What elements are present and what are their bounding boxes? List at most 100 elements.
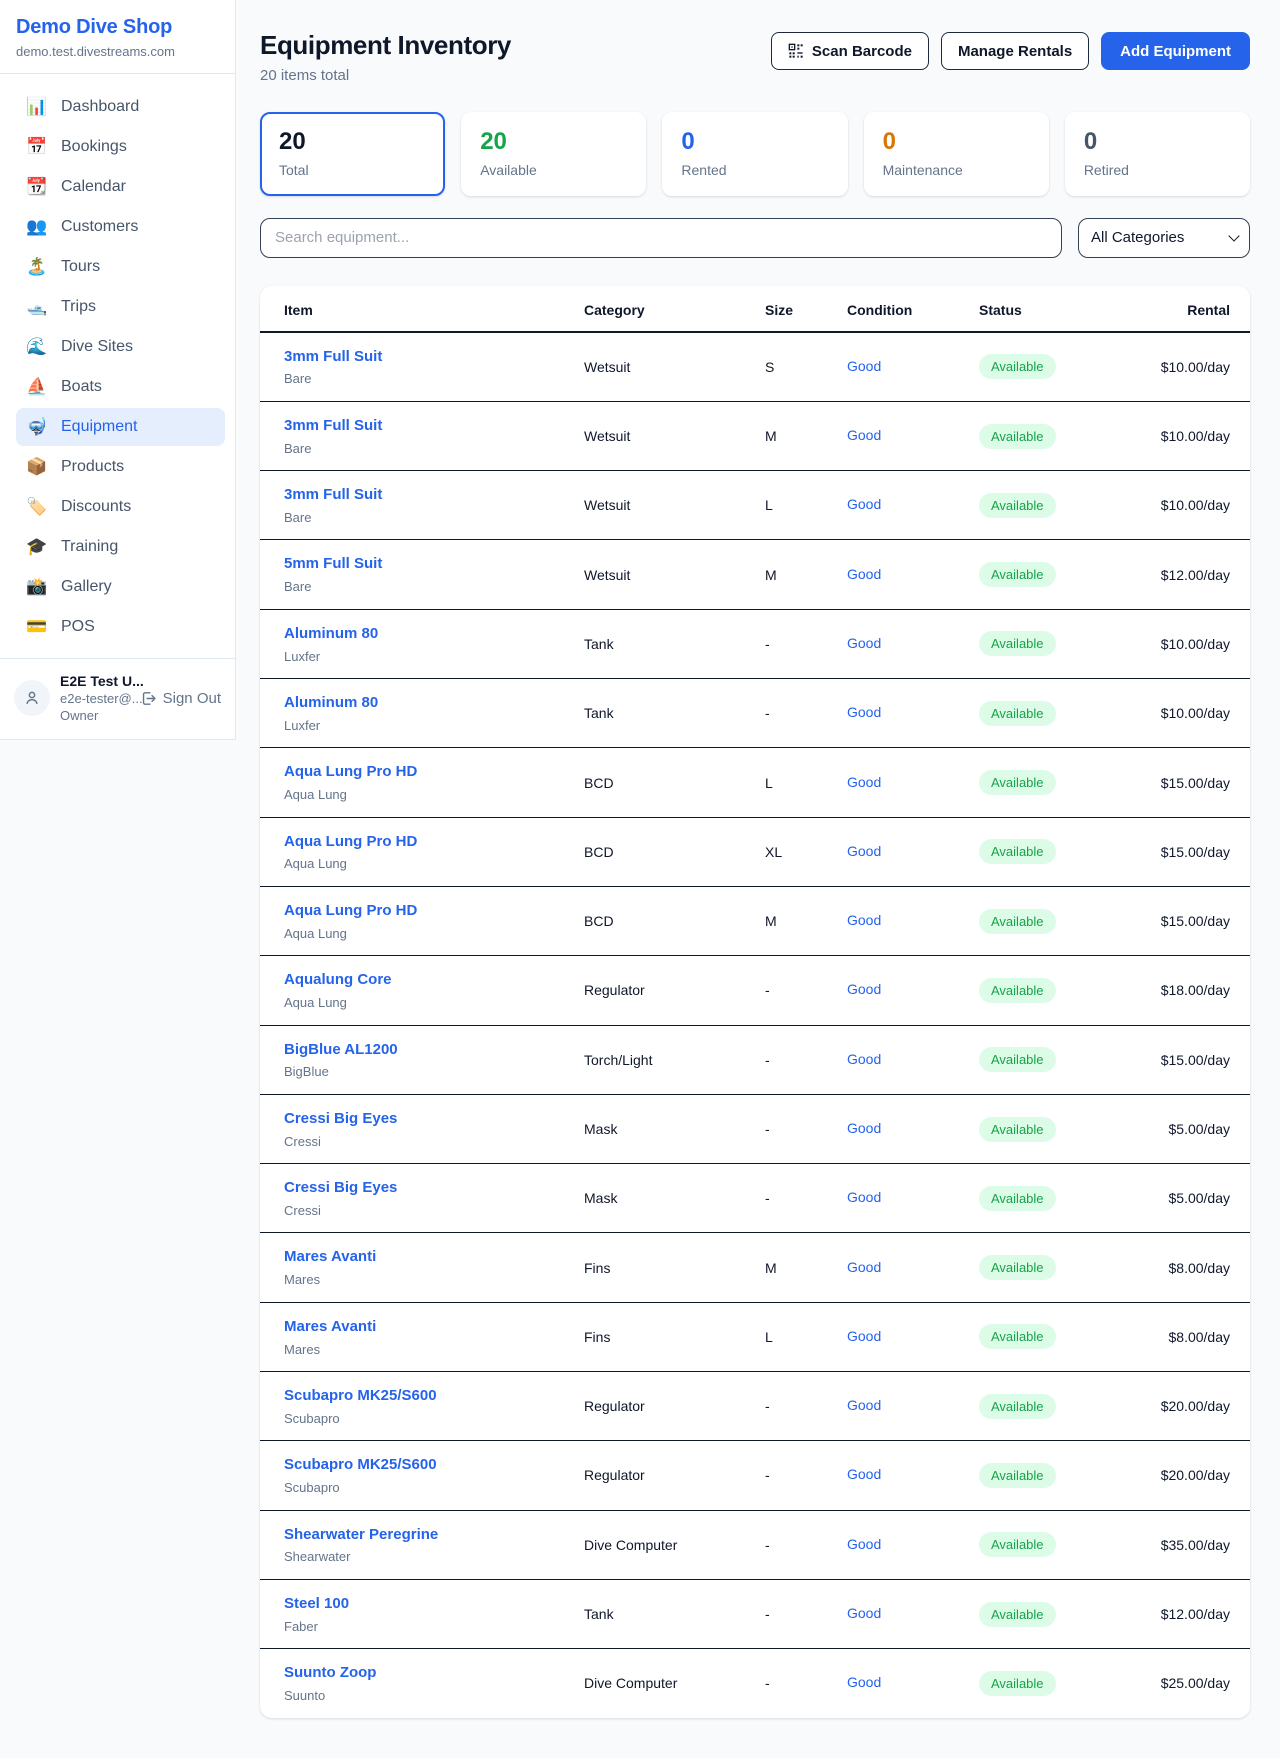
- sidebar-item-calendar[interactable]: 📆 Calendar: [16, 168, 225, 206]
- sidebar-item-discounts[interactable]: 🏷️ Discounts: [16, 488, 225, 526]
- column-header-size: Size: [765, 286, 847, 332]
- item-condition-link[interactable]: Good: [847, 1397, 881, 1413]
- table-row: 3mm Full Suit Bare Wetsuit M Good Availa…: [260, 401, 1250, 470]
- item-rental-rate: $25.00/day: [1119, 1649, 1250, 1718]
- item-name-link[interactable]: Aqua Lung Pro HD: [284, 900, 560, 922]
- add-equipment-button[interactable]: Add Equipment: [1101, 32, 1250, 70]
- item-name-link[interactable]: Aqua Lung Pro HD: [284, 831, 560, 853]
- item-name-link[interactable]: 5mm Full Suit: [284, 553, 560, 575]
- items-total-count: 20 items total: [260, 67, 511, 84]
- bar-chart-icon: 📊: [26, 97, 48, 117]
- item-condition-link[interactable]: Good: [847, 1189, 881, 1205]
- category-select[interactable]: All Categories: [1078, 218, 1250, 258]
- item-condition-link[interactable]: Good: [847, 981, 881, 997]
- item-category: BCD: [584, 886, 765, 955]
- item-size: -: [765, 1094, 847, 1163]
- item-condition-link[interactable]: Good: [847, 774, 881, 790]
- search-input[interactable]: [260, 218, 1062, 258]
- sidebar-item-products[interactable]: 📦 Products: [16, 448, 225, 486]
- item-condition-link[interactable]: Good: [847, 635, 881, 651]
- stat-card-maintenance[interactable]: 0 Maintenance: [864, 112, 1049, 196]
- sidebar-item-trips[interactable]: 🛥️ Trips: [16, 288, 225, 326]
- item-name-link[interactable]: Mares Avanti: [284, 1316, 560, 1338]
- sidebar-item-dashboard[interactable]: 📊 Dashboard: [16, 88, 225, 126]
- item-condition-link[interactable]: Good: [847, 358, 881, 374]
- item-name-link[interactable]: Shearwater Peregrine: [284, 1524, 560, 1546]
- sidebar-item-tours[interactable]: 🏝️ Tours: [16, 248, 225, 286]
- manage-rentals-button[interactable]: Manage Rentals: [941, 32, 1089, 70]
- sidebar-item-customers[interactable]: 👥 Customers: [16, 208, 225, 246]
- item-rental-rate: $10.00/day: [1119, 471, 1250, 540]
- item-rental-rate: $10.00/day: [1119, 332, 1250, 402]
- item-size: -: [765, 1579, 847, 1648]
- sidebar-item-label: Bookings: [61, 138, 127, 156]
- item-condition-link[interactable]: Good: [847, 1674, 881, 1690]
- table-row: Aluminum 80 Luxfer Tank - Good Available…: [260, 609, 1250, 678]
- user-meta: E2E Test U... e2e-tester@... Owner: [60, 673, 130, 723]
- item-condition-link[interactable]: Good: [847, 1605, 881, 1621]
- stat-card-total[interactable]: 20 Total: [260, 112, 445, 196]
- table-row: Aluminum 80 Luxfer Tank - Good Available…: [260, 679, 1250, 748]
- sidebar-item-equipment[interactable]: 🤿 Equipment: [16, 408, 225, 446]
- boat-icon: 🛥️: [26, 297, 48, 317]
- item-name-link[interactable]: 3mm Full Suit: [284, 484, 560, 506]
- header-actions: Scan Barcode Manage Rentals Add Equipmen…: [771, 30, 1250, 70]
- item-size: L: [765, 471, 847, 540]
- item-name-link[interactable]: Aqualung Core: [284, 969, 560, 991]
- item-size: -: [765, 1510, 847, 1579]
- item-name-link[interactable]: Aluminum 80: [284, 623, 560, 645]
- item-name-link[interactable]: 3mm Full Suit: [284, 415, 560, 437]
- stat-label: Available: [480, 162, 627, 178]
- sidebar-item-training[interactable]: 🎓 Training: [16, 528, 225, 566]
- item-condition-link[interactable]: Good: [847, 912, 881, 928]
- item-name-link[interactable]: Suunto Zoop: [284, 1662, 560, 1684]
- item-condition-link[interactable]: Good: [847, 843, 881, 859]
- item-condition-link[interactable]: Good: [847, 496, 881, 512]
- sidebar-item-pos[interactable]: 💳 POS: [16, 608, 225, 646]
- table-row: Aqua Lung Pro HD Aqua Lung BCD XL Good A…: [260, 817, 1250, 886]
- page-title-block: Equipment Inventory 20 items total: [260, 30, 511, 84]
- table-row: 3mm Full Suit Bare Wetsuit S Good Availa…: [260, 332, 1250, 402]
- item-condition-link[interactable]: Good: [847, 1120, 881, 1136]
- sidebar-item-bookings[interactable]: 📅 Bookings: [16, 128, 225, 166]
- item-condition-link[interactable]: Good: [847, 1051, 881, 1067]
- item-name-link[interactable]: Steel 100: [284, 1593, 560, 1615]
- sign-out-button[interactable]: Sign Out: [140, 690, 221, 707]
- stat-value: 0: [681, 128, 828, 156]
- item-brand: Bare: [284, 440, 560, 458]
- item-brand: Luxfer: [284, 717, 560, 735]
- item-name-link[interactable]: Scubapro MK25/S600: [284, 1454, 560, 1476]
- sidebar: Demo Dive Shop demo.test.divestreams.com…: [0, 0, 236, 740]
- item-condition-link[interactable]: Good: [847, 1259, 881, 1275]
- sidebar-item-boats[interactable]: ⛵ Boats: [16, 368, 225, 406]
- item-name-link[interactable]: Cressi Big Eyes: [284, 1108, 560, 1130]
- sidebar-item-label: Products: [61, 458, 124, 476]
- item-brand: Bare: [284, 370, 560, 388]
- sidebar-item-label: Dashboard: [61, 98, 139, 116]
- stat-card-available[interactable]: 20 Available: [461, 112, 646, 196]
- table-row: Cressi Big Eyes Cressi Mask - Good Avail…: [260, 1164, 1250, 1233]
- sidebar-item-gallery[interactable]: 📸 Gallery: [16, 568, 225, 606]
- item-condition-link[interactable]: Good: [847, 427, 881, 443]
- item-category: Tank: [584, 1579, 765, 1648]
- stat-card-rented[interactable]: 0 Rented: [662, 112, 847, 196]
- item-name-link[interactable]: Aqua Lung Pro HD: [284, 761, 560, 783]
- item-condition-link[interactable]: Good: [847, 1466, 881, 1482]
- stat-card-retired[interactable]: 0 Retired: [1065, 112, 1250, 196]
- sidebar-item-dive-sites[interactable]: 🌊 Dive Sites: [16, 328, 225, 366]
- item-name-link[interactable]: Scubapro MK25/S600: [284, 1385, 560, 1407]
- item-condition-link[interactable]: Good: [847, 1328, 881, 1344]
- item-condition-link[interactable]: Good: [847, 1536, 881, 1552]
- item-condition-link[interactable]: Good: [847, 704, 881, 720]
- item-size: M: [765, 1233, 847, 1302]
- item-name-link[interactable]: Cressi Big Eyes: [284, 1177, 560, 1199]
- item-category: Dive Computer: [584, 1649, 765, 1718]
- item-name-link[interactable]: Aluminum 80: [284, 692, 560, 714]
- scan-barcode-button[interactable]: Scan Barcode: [771, 32, 929, 70]
- item-name-link[interactable]: 3mm Full Suit: [284, 346, 560, 368]
- item-name-link[interactable]: Mares Avanti: [284, 1246, 560, 1268]
- item-condition-link[interactable]: Good: [847, 566, 881, 582]
- item-name-link[interactable]: BigBlue AL1200: [284, 1039, 560, 1061]
- item-size: M: [765, 540, 847, 609]
- main-content: Equipment Inventory 20 items total: [236, 0, 1280, 1758]
